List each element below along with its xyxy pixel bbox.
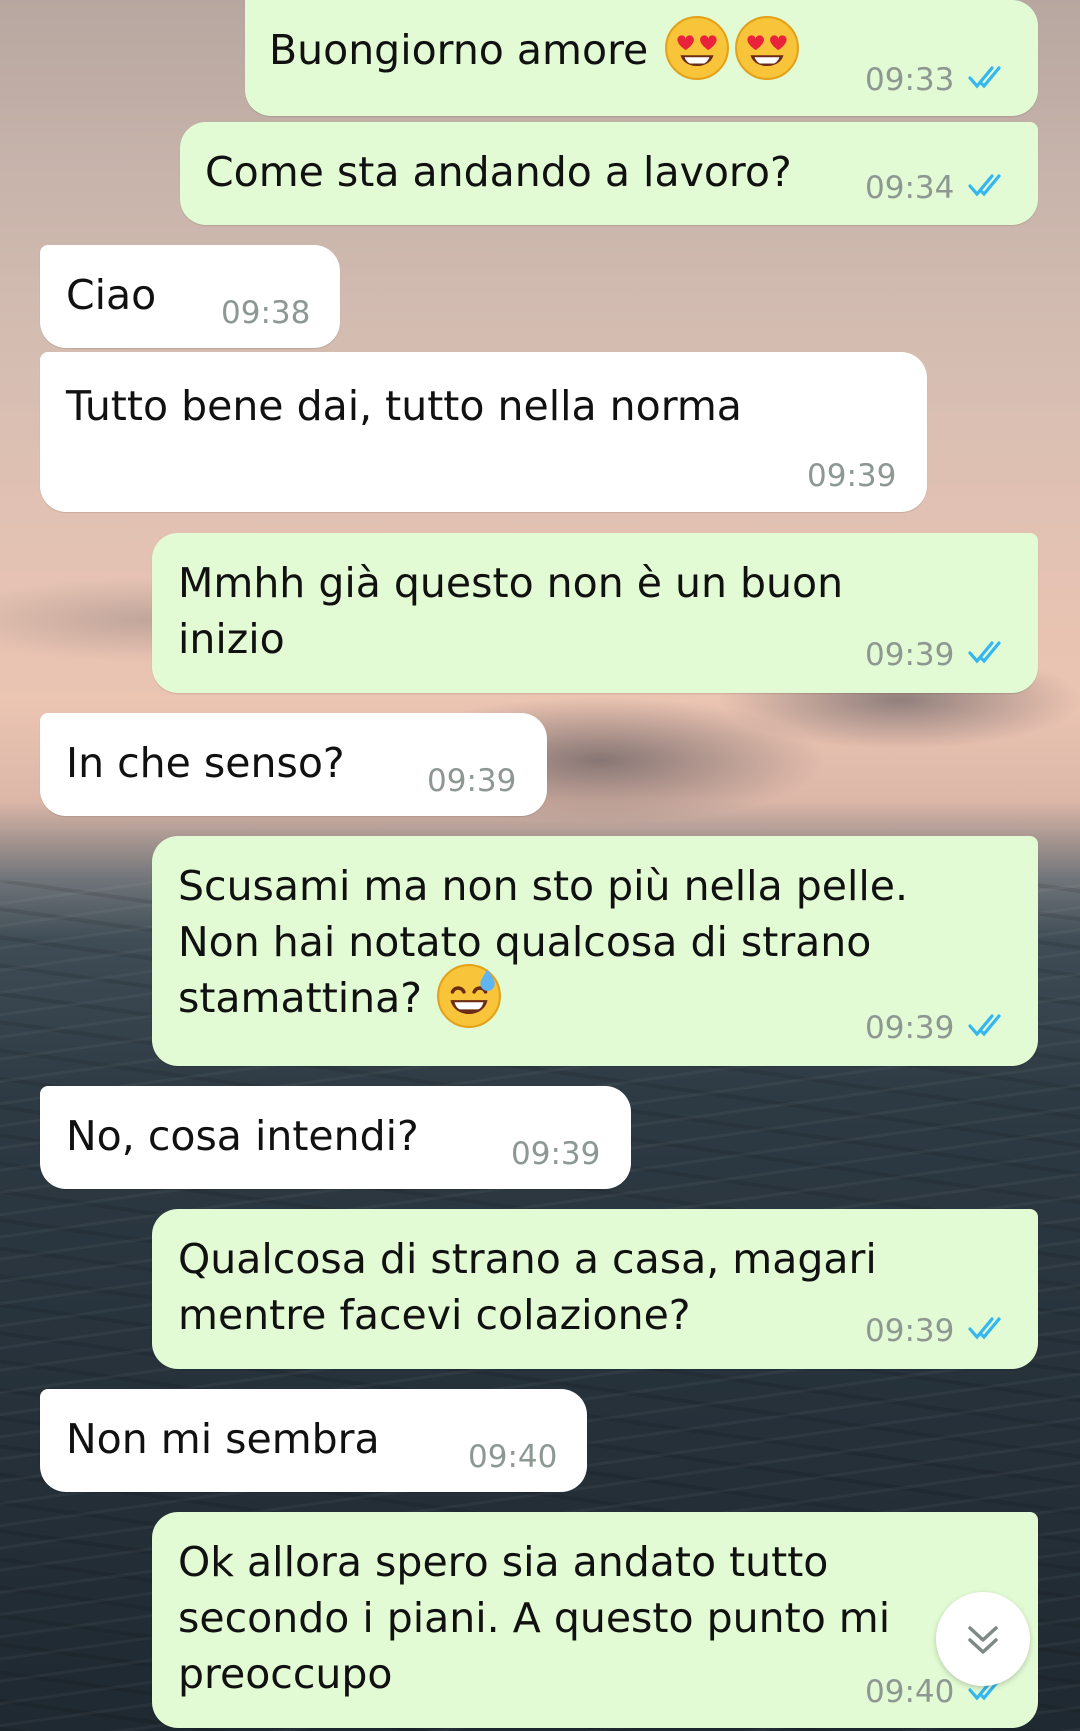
message-time: 09:39 [511, 1136, 601, 1172]
message-time: 09:39 [865, 1010, 955, 1046]
message-text: Scusami ma non sto più nella pelle. Non … [178, 858, 908, 1029]
message-bubble-incoming[interactable]: Ciao 09:38 [40, 245, 340, 348]
message-text: No, cosa intendi? [66, 1112, 419, 1160]
message-bubble-incoming[interactable]: Non mi sembra 09:40 [40, 1389, 587, 1492]
message-list[interactable]: Buongiorno amore 09:33 Come sta andando … [0, 0, 1080, 1731]
double-chevron-down-icon [968, 1626, 998, 1654]
message-time: 09:39 [807, 458, 897, 494]
double-check-icon [968, 66, 1001, 89]
message-bubble-incoming[interactable]: Tutto bene dai, tutto nella norma 09:39 [40, 352, 927, 512]
message-text: Non mi sembra [66, 1415, 380, 1463]
message-time: 09:38 [221, 295, 311, 331]
message-time: 09:40 [468, 1439, 558, 1475]
message-bubble-outgoing[interactable]: Buongiorno amore 09:33 [245, 0, 1038, 116]
double-check-icon [968, 1317, 1001, 1340]
scroll-to-bottom-button[interactable] [936, 1592, 1030, 1686]
message-time: 09:33 [865, 62, 955, 98]
message-text: Qualcosa di strano a casa, magari mentre… [178, 1235, 877, 1339]
message-bubble-outgoing[interactable]: Qualcosa di strano a casa, magari mentre… [152, 1209, 1038, 1369]
message-time: 09:39 [427, 763, 517, 799]
message-text: Ok allora spero sia andato tutto secondo… [178, 1538, 891, 1698]
grinning-sweat-emoji-icon [437, 964, 502, 1028]
heart-eyes-emoji-icon [665, 16, 730, 80]
message-bubble-outgoing[interactable]: Ok allora spero sia andato tutto secondo… [152, 1512, 1038, 1728]
message-bubble-incoming[interactable]: In che senso? 09:39 [40, 713, 547, 816]
message-bubble-outgoing[interactable]: Scusami ma non sto più nella pelle. Non … [152, 836, 1038, 1066]
message-bubble-incoming[interactable]: No, cosa intendi? 09:39 [40, 1086, 631, 1189]
heart-eyes-emoji-icon [735, 16, 800, 80]
double-check-icon [968, 1014, 1001, 1037]
message-time: 09:34 [865, 170, 955, 206]
message-text: Come sta andando a lavoro? [205, 148, 792, 196]
message-bubble-outgoing[interactable]: Mmhh già questo non è un buon inizio 09:… [152, 533, 1038, 693]
message-text: Mmhh già questo non è un buon inizio [178, 559, 844, 663]
message-text: Buongiorno amore [269, 16, 800, 81]
message-text: Ciao [66, 271, 157, 319]
message-time: 09:39 [865, 1313, 955, 1349]
message-time: 09:39 [865, 637, 955, 673]
double-check-icon [968, 174, 1001, 197]
message-text: In che senso? [66, 739, 345, 787]
message-bubble-outgoing[interactable]: Come sta andando a lavoro? 09:34 [180, 122, 1038, 225]
message-text: Tutto bene dai, tutto nella norma [66, 382, 742, 430]
message-time: 09:40 [865, 1674, 955, 1710]
double-check-icon [968, 641, 1001, 664]
